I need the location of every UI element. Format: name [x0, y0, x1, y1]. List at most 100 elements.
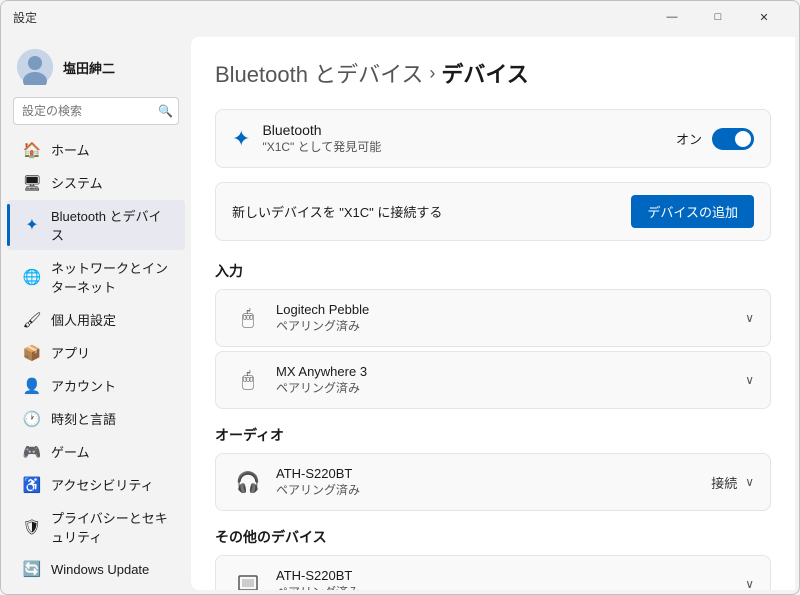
ath-other-icon — [232, 568, 264, 590]
device-card-ath-s220bt-other: ATH-S220BT ペアリング済み ∨ — [215, 555, 771, 590]
network-icon: 🌐 — [23, 268, 41, 286]
search-box: 🔍 — [13, 97, 179, 125]
sidebar-item-accessibility-label: アクセシビリティ — [51, 475, 154, 494]
sidebar-item-bluetooth-label: Bluetooth とデバイス — [51, 206, 169, 244]
breadcrumb-separator: › — [429, 63, 435, 84]
device-right: ∨ — [745, 373, 754, 387]
chevron-icon: ∨ — [745, 311, 754, 325]
sidebar-item-time[interactable]: 🕐 時刻と言語 — [7, 403, 185, 434]
sidebar: 塩田紳二 🔍 🏠 ホーム 🖥 システム ✦ Bluetooth とデバイス 🌐 … — [1, 33, 191, 594]
chevron-icon: ∨ — [745, 577, 754, 590]
mx-anywhere-icon: 🖱 — [232, 364, 264, 396]
sidebar-item-apps[interactable]: 📦 アプリ — [7, 337, 185, 368]
device-left: 🖱 MX Anywhere 3 ペアリング済み — [232, 364, 367, 396]
home-icon: 🏠 — [23, 141, 41, 159]
device-name: ATH-S220BT — [276, 466, 360, 481]
time-icon: 🕐 — [23, 410, 41, 428]
avatar — [17, 49, 53, 85]
device-info: ATH-S220BT ペアリング済み — [276, 466, 360, 498]
device-card-mx-anywhere: 🖱 MX Anywhere 3 ペアリング済み ∨ — [215, 351, 771, 409]
connect-text: 新しいデバイスを "X1C" に接続する — [232, 202, 442, 221]
input-section-title: 入力 — [215, 261, 771, 281]
maximize-button[interactable]: □ — [695, 1, 741, 33]
logitech-pebble-icon: 🖱 — [232, 302, 264, 334]
sidebar-item-gaming[interactable]: 🎮 ゲーム — [7, 436, 185, 467]
bluetooth-subtitle: "X1C" として発見可能 — [262, 138, 381, 155]
search-input[interactable] — [13, 97, 179, 125]
accessibility-icon: ♿ — [23, 476, 41, 494]
toggle-label: オン — [676, 129, 702, 148]
device-card-logitech-pebble: 🖱 Logitech Pebble ペアリング済み ∨ — [215, 289, 771, 347]
device-left: 🖱 Logitech Pebble ペアリング済み — [232, 302, 369, 334]
device-left: ATH-S220BT ペアリング済み — [232, 568, 360, 590]
device-right: ∨ — [745, 311, 754, 325]
input-section: 入力 🖱 Logitech Pebble ペアリング済み ∨ — [215, 261, 771, 409]
titlebar: 設定 — □ ✕ — [1, 1, 799, 33]
window-title: 設定 — [13, 9, 649, 26]
sidebar-item-home-label: ホーム — [51, 140, 90, 159]
bluetooth-info: Bluetooth "X1C" として発見可能 — [262, 122, 381, 155]
other-section: その他のデバイス ATH-S220BT — [215, 527, 771, 590]
breadcrumb-current: デバイス — [441, 57, 528, 89]
sidebar-item-time-label: 時刻と言語 — [51, 409, 116, 428]
device-card-ath-s220bt-audio: 🎧 ATH-S220BT ペアリング済み 接続 ∨ — [215, 453, 771, 511]
window-controls: — □ ✕ — [649, 1, 787, 33]
sidebar-item-windows-update[interactable]: 🔄 Windows Update — [7, 554, 185, 584]
apps-icon: 📦 — [23, 344, 41, 362]
privacy-icon: 🛡 — [23, 518, 41, 536]
minimize-button[interactable]: — — [649, 1, 695, 33]
device-row-ath-s220bt-audio[interactable]: 🎧 ATH-S220BT ペアリング済み 接続 ∨ — [216, 454, 770, 510]
gaming-icon: 🎮 — [23, 443, 41, 461]
sidebar-item-personalization[interactable]: 🖌 個人用設定 — [7, 304, 185, 335]
device-name: ATH-S220BT — [276, 568, 360, 583]
content-area: 塩田紳二 🔍 🏠 ホーム 🖥 システム ✦ Bluetooth とデバイス 🌐 … — [1, 33, 799, 594]
sidebar-item-personalization-label: 個人用設定 — [51, 310, 116, 329]
device-row-ath-s220bt-other[interactable]: ATH-S220BT ペアリング済み ∨ — [216, 556, 770, 590]
bluetooth-toggle[interactable] — [712, 128, 754, 150]
bluetooth-card: ✦ Bluetooth "X1C" として発見可能 オン — [215, 109, 771, 168]
device-status: ペアリング済み — [276, 481, 360, 498]
bluetooth-icon: ✦ — [23, 216, 41, 234]
sidebar-item-windows-update-label: Windows Update — [51, 562, 149, 577]
device-row-logitech-pebble[interactable]: 🖱 Logitech Pebble ペアリング済み ∨ — [216, 290, 770, 346]
device-row-mx-anywhere[interactable]: 🖱 MX Anywhere 3 ペアリング済み ∨ — [216, 352, 770, 408]
settings-window: 設定 — □ ✕ 塩田紳二 🔍 — [0, 0, 800, 595]
personalization-icon: 🖌 — [23, 311, 41, 329]
user-profile: 塩田紳二 — [1, 41, 191, 97]
device-left: 🎧 ATH-S220BT ペアリング済み — [232, 466, 360, 498]
device-status: ペアリング済み — [276, 583, 360, 590]
sidebar-item-apps-label: アプリ — [51, 343, 90, 362]
bluetooth-toggle-area: オン — [676, 128, 754, 150]
bluetooth-status-icon: ✦ — [232, 126, 250, 152]
sidebar-item-network[interactable]: 🌐 ネットワークとインターネット — [7, 252, 185, 302]
username: 塩田紳二 — [63, 58, 115, 77]
audio-section: オーディオ 🎧 ATH-S220BT ペアリング済み 接続 ∨ — [215, 425, 771, 511]
device-name: Logitech Pebble — [276, 302, 369, 317]
connect-banner: 新しいデバイスを "X1C" に接続する デバイスの追加 — [215, 182, 771, 241]
device-status: ペアリング済み — [276, 317, 369, 334]
accounts-icon: 👤 — [23, 377, 41, 395]
ath-s220bt-icon: 🎧 — [232, 466, 264, 498]
device-name: MX Anywhere 3 — [276, 364, 367, 379]
device-info: Logitech Pebble ペアリング済み — [276, 302, 369, 334]
close-button[interactable]: ✕ — [741, 1, 787, 33]
device-action-label: 接続 — [711, 473, 737, 492]
device-status: ペアリング済み — [276, 379, 367, 396]
sidebar-item-accounts-label: アカウント — [51, 376, 116, 395]
chevron-icon: ∨ — [745, 373, 754, 387]
sidebar-item-home[interactable]: 🏠 ホーム — [7, 134, 185, 165]
sidebar-item-bluetooth[interactable]: ✦ Bluetooth とデバイス — [7, 200, 185, 250]
sidebar-item-privacy[interactable]: 🛡 プライバシーとセキュリティ — [7, 502, 185, 552]
breadcrumb-parent[interactable]: Bluetooth とデバイス — [215, 57, 423, 89]
sidebar-item-network-label: ネットワークとインターネット — [51, 258, 169, 296]
windows-update-icon: 🔄 — [23, 560, 41, 578]
sidebar-item-privacy-label: プライバシーとセキュリティ — [51, 508, 169, 546]
page-header: Bluetooth とデバイス › デバイス — [215, 57, 771, 89]
bluetooth-card-left: ✦ Bluetooth "X1C" として発見可能 — [232, 122, 381, 155]
device-right: 接続 ∨ — [711, 473, 754, 492]
sidebar-item-accounts[interactable]: 👤 アカウント — [7, 370, 185, 401]
sidebar-item-system[interactable]: 🖥 システム — [7, 167, 185, 198]
sidebar-item-system-label: システム — [51, 173, 103, 192]
sidebar-item-accessibility[interactable]: ♿ アクセシビリティ — [7, 469, 185, 500]
add-device-button[interactable]: デバイスの追加 — [631, 195, 754, 228]
